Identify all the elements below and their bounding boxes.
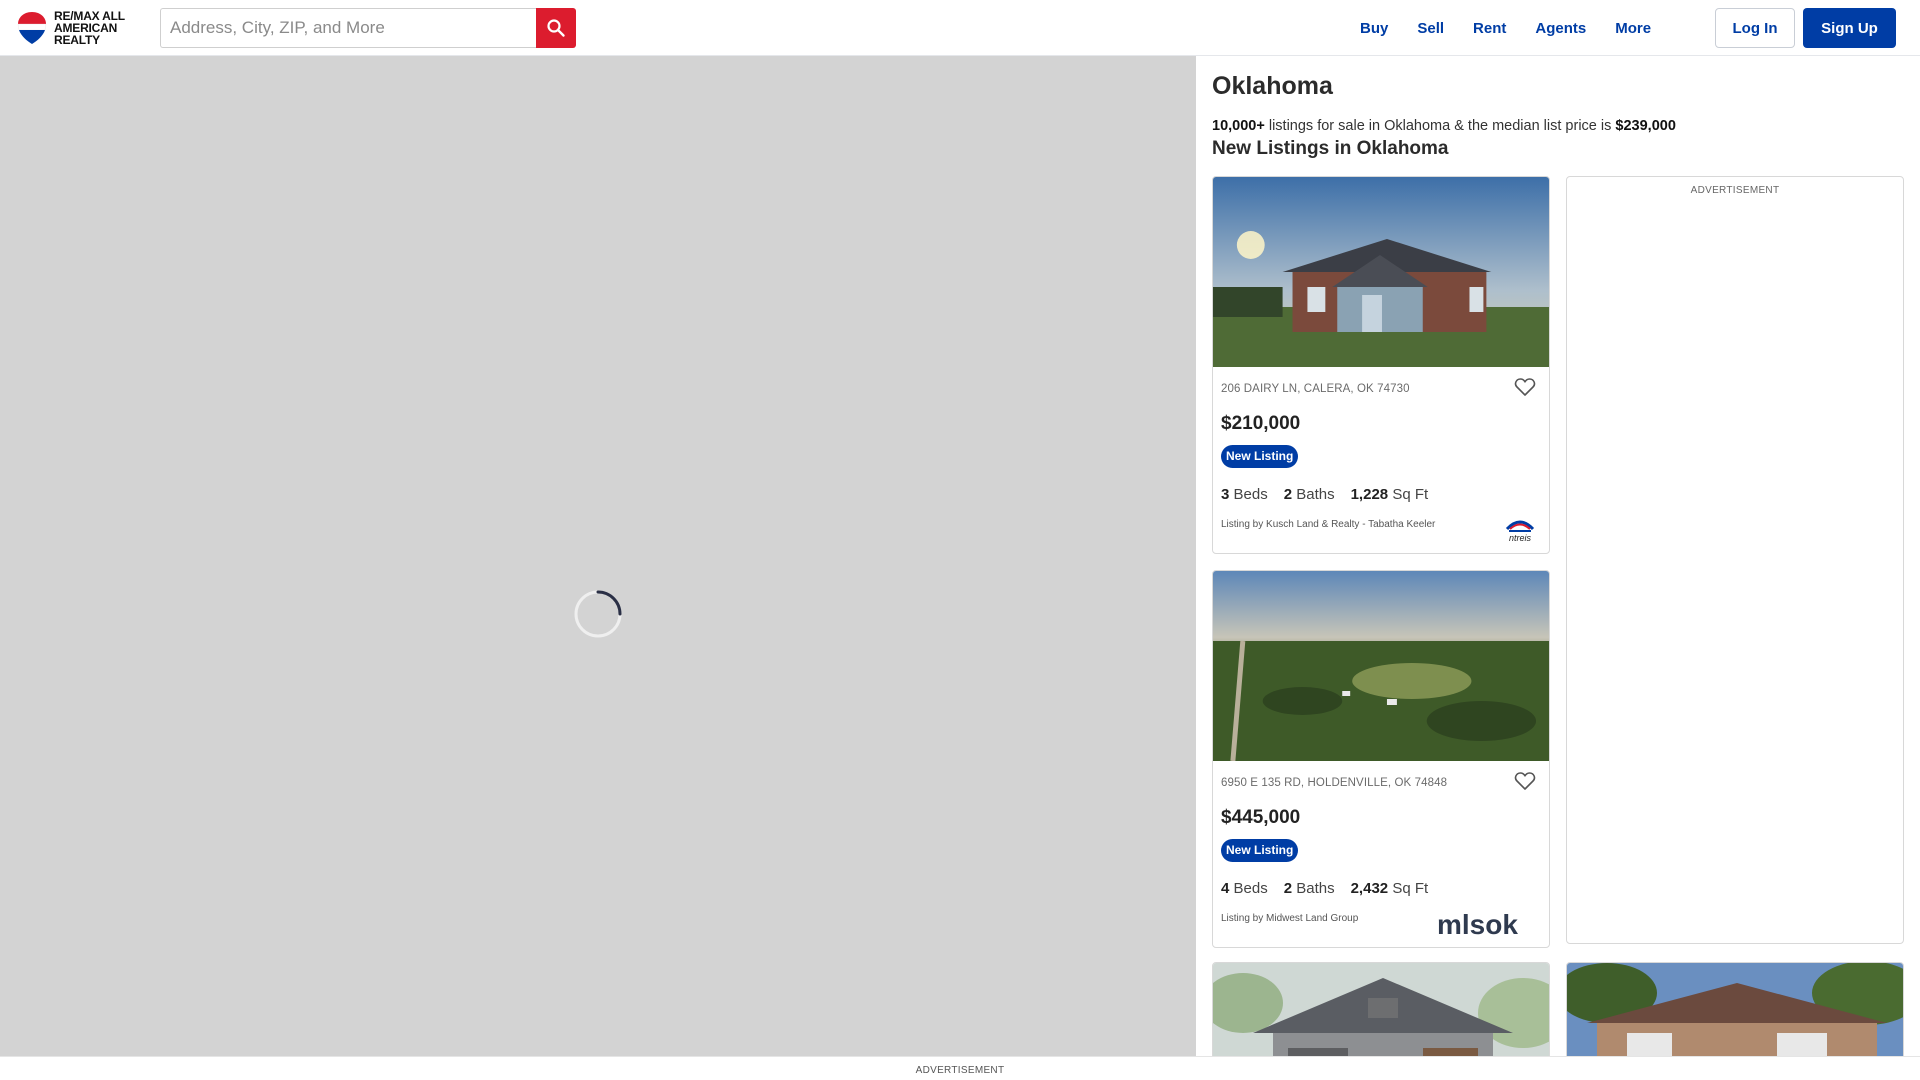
beds-label: Beds xyxy=(1233,486,1268,503)
search-input[interactable] xyxy=(160,8,536,48)
top-header: RE/MAX ALL AMERICAN REALTY Buy Sell Rent… xyxy=(0,0,1920,56)
svg-text:mlsok: mlsok xyxy=(1437,909,1518,940)
beds-fact: 4 Beds xyxy=(1221,880,1268,897)
listing-address[interactable]: 206 DAIRY LN, CALERA, OK 74730 xyxy=(1221,383,1410,395)
median-price: $239,000 xyxy=(1615,118,1676,134)
balloon-logo-icon xyxy=(17,12,47,44)
listing-price: $445,000 xyxy=(1221,807,1301,828)
sidebar-advertisement[interactable]: ADVERTISEMENT xyxy=(1566,176,1904,944)
listing-address[interactable]: 6950 E 135 RD, HOLDENVILLE, OK 74848 xyxy=(1221,777,1447,789)
listing-count: 10,000+ xyxy=(1212,118,1265,134)
svg-text:ntreis: ntreis xyxy=(1509,533,1532,543)
beds-label: Beds xyxy=(1233,880,1268,897)
nav-buy[interactable]: Buy xyxy=(1360,20,1388,37)
nav-sell[interactable]: Sell xyxy=(1417,20,1444,37)
sqft-fact: 1,228 Sq Ft xyxy=(1351,486,1429,503)
ad-label: ADVERTISEMENT xyxy=(1690,185,1780,196)
listing-price: $210,000 xyxy=(1221,413,1301,434)
listing-card[interactable]: 206 DAIRY LN, CALERA, OK 74730 $210,000 … xyxy=(1212,176,1550,554)
listing-photo[interactable] xyxy=(1567,963,1904,1056)
logo-line-3: REALTY xyxy=(54,33,100,47)
listing-attribution: Listing by Kusch Land & Realty - Tabatha… xyxy=(1221,519,1436,530)
ntreis-logo-icon: ntreis xyxy=(1505,520,1535,543)
baths-label: Baths xyxy=(1296,880,1335,897)
main-nav: Buy Sell Rent Agents More xyxy=(1360,0,1680,56)
region-title: Oklahoma xyxy=(1212,72,1333,100)
mlsok-logo-icon: mlsok xyxy=(1437,909,1518,940)
search-bar xyxy=(160,8,576,48)
sqft-label: Sq Ft xyxy=(1392,486,1429,503)
listing-facts: 4 Beds 2 Baths 2,432 Sq Ft xyxy=(1221,880,1428,897)
listing-photo[interactable] xyxy=(1213,963,1550,1056)
ad-label: ADVERTISEMENT xyxy=(915,1065,1005,1076)
search-icon xyxy=(547,19,565,37)
new-listing-badge: New Listing xyxy=(1221,445,1299,468)
search-button[interactable] xyxy=(536,8,576,48)
beds-value: 3 xyxy=(1221,486,1230,503)
beds-value: 4 xyxy=(1221,880,1230,897)
baths-value: 2 xyxy=(1283,880,1293,897)
map-area[interactable] xyxy=(0,56,1196,1056)
listing-attribution: Listing by Midwest Land Group xyxy=(1221,913,1359,924)
baths-fact: 2 Baths xyxy=(1284,880,1335,897)
signup-button[interactable]: Sign Up xyxy=(1803,8,1896,48)
nav-more[interactable]: More xyxy=(1615,20,1651,37)
nav-rent[interactable]: Rent xyxy=(1473,20,1506,37)
sqft-fact: 2,432 Sq Ft xyxy=(1351,880,1429,897)
logo-text: RE/MAX ALL AMERICAN REALTY xyxy=(54,10,125,46)
baths-value: 2 xyxy=(1283,486,1293,503)
baths-fact: 2 Baths xyxy=(1284,486,1335,503)
listing-card[interactable] xyxy=(1566,962,1904,1056)
baths-label: Baths xyxy=(1296,486,1335,503)
loading-spinner-icon xyxy=(574,590,622,638)
new-listing-badge: New Listing xyxy=(1221,839,1299,862)
listing-photo[interactable] xyxy=(1213,571,1549,761)
sqft-label: Sq Ft xyxy=(1392,880,1429,897)
listing-summary: 10,000+ listings for sale in Oklahoma & … xyxy=(1212,118,1676,134)
nav-agents[interactable]: Agents xyxy=(1535,20,1586,37)
favorite-heart-icon[interactable] xyxy=(1513,769,1537,793)
listing-card[interactable] xyxy=(1212,962,1550,1056)
beds-fact: 3 Beds xyxy=(1221,486,1268,503)
new-listings-heading: New Listings in Oklahoma xyxy=(1212,138,1449,159)
sqft-value: 1,228 xyxy=(1350,486,1389,503)
remax-logo[interactable]: RE/MAX ALL AMERICAN REALTY xyxy=(16,8,131,48)
login-button[interactable]: Log In xyxy=(1715,8,1795,48)
listing-facts: 3 Beds 2 Baths 1,228 Sq Ft xyxy=(1221,486,1428,503)
listing-photo[interactable] xyxy=(1213,177,1549,367)
sqft-value: 2,432 xyxy=(1350,880,1389,897)
summary-text: listings for sale in Oklahoma & the medi… xyxy=(1268,118,1612,134)
listing-card[interactable]: 6950 E 135 RD, HOLDENVILLE, OK 74848 $44… xyxy=(1212,570,1550,948)
bottom-advertisement[interactable]: ADVERTISEMENT xyxy=(0,1056,1920,1080)
results-panel[interactable]: Oklahoma 10,000+ listings for sale in Ok… xyxy=(1196,56,1920,1056)
favorite-heart-icon[interactable] xyxy=(1513,375,1537,399)
